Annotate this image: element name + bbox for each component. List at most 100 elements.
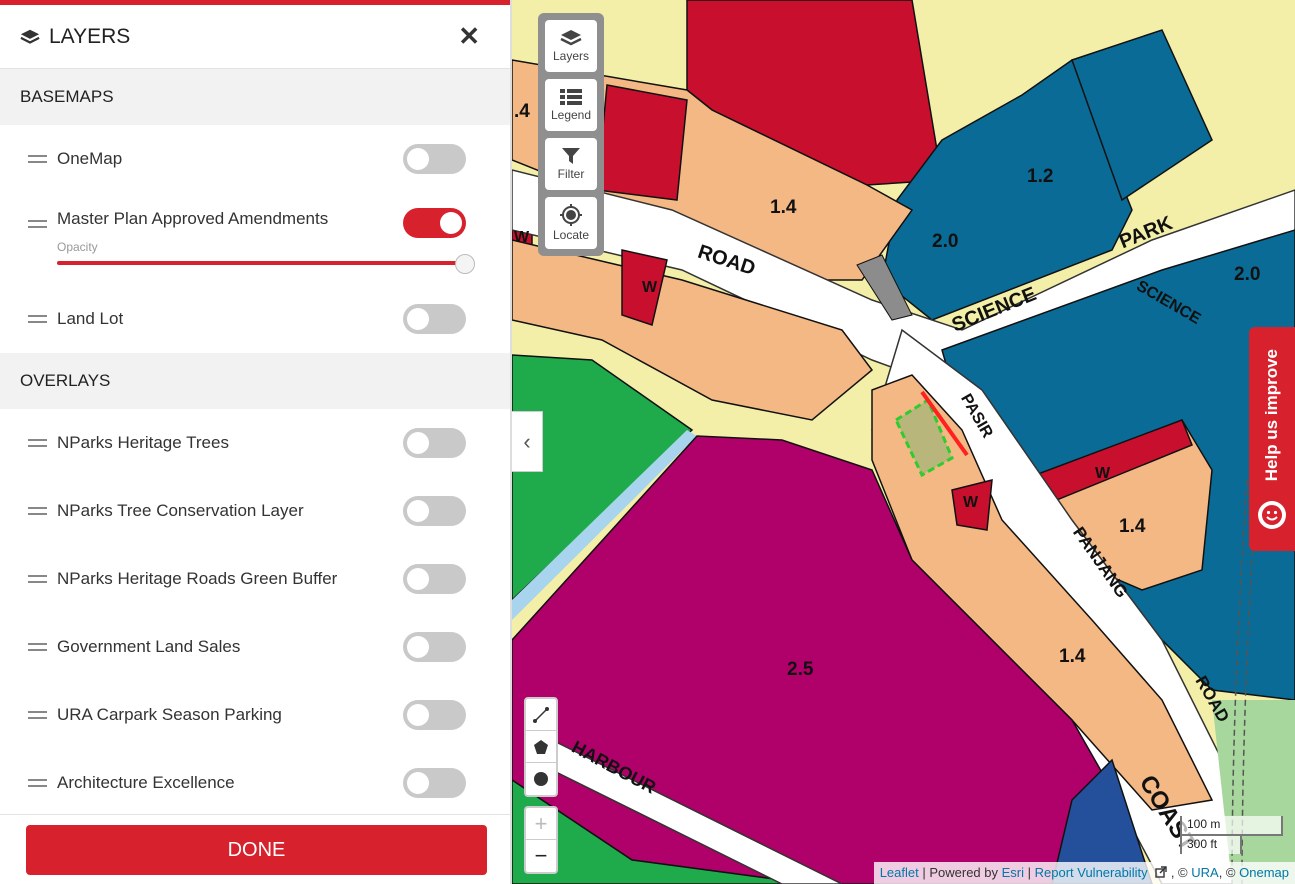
- filter-button[interactable]: Filter: [545, 138, 597, 190]
- plot-ratio-label: 2.0: [1234, 264, 1260, 285]
- layers-button-label: Layers: [552, 49, 590, 63]
- zoom-in-button[interactable]: +: [526, 808, 556, 840]
- filter-icon: [562, 148, 580, 164]
- esri-link[interactable]: Esri: [1002, 865, 1024, 880]
- panel-header: LAYERS ✕: [0, 5, 510, 69]
- help-us-improve-button[interactable]: Help us improve: [1249, 327, 1295, 551]
- help-us-improve-label: Help us improve: [1262, 349, 1281, 482]
- polygon-icon: [534, 739, 548, 754]
- layer-label: Land Lot: [57, 309, 124, 328]
- plot-ratio-label: 2.5: [787, 659, 814, 680]
- circle-icon: [534, 772, 548, 786]
- drag-handle-icon[interactable]: [28, 575, 47, 583]
- opacity-slider-handle[interactable]: [455, 254, 475, 274]
- layer-label: NParks Heritage Trees: [57, 433, 229, 452]
- draw-circle-button[interactable]: [526, 763, 556, 795]
- chevron-left-icon: ‹: [523, 428, 531, 454]
- plot-ratio-label: 1.4: [1059, 646, 1086, 667]
- draw-polygon-button[interactable]: [526, 731, 556, 763]
- draw-toolbar: [524, 697, 558, 797]
- layer-row-carpark-season: URA Carpark Season Parking: [0, 681, 510, 749]
- polyline-icon: [533, 706, 549, 723]
- onemap-link[interactable]: Onemap: [1239, 865, 1289, 880]
- drag-handle-icon[interactable]: [28, 155, 47, 163]
- panel-footer: DONE: [0, 814, 510, 884]
- external-link-icon: [1155, 866, 1167, 878]
- layers-panel: LAYERS ✕ BASEMAPS OneMap Master Plan App…: [0, 0, 512, 884]
- map-attribution: Leaflet | Powered by Esri | Report Vulne…: [873, 862, 1295, 884]
- layer-label: OneMap: [57, 149, 123, 168]
- scale-metric: 100 m: [1180, 816, 1283, 836]
- legend-button[interactable]: Legend: [545, 79, 597, 131]
- collapse-panel-button[interactable]: ‹: [512, 411, 543, 472]
- leaflet-link[interactable]: Leaflet: [880, 865, 919, 880]
- map-canvas[interactable]: ROAD SCIENCE PARK SCIENCE PASIR PANJANG …: [512, 0, 1295, 884]
- layer-toggle-land-lot[interactable]: [403, 304, 466, 334]
- layers-icon: [20, 29, 40, 44]
- plot-ratio-label: .4: [514, 101, 530, 122]
- scale-bar: 100 m 300 ft: [1180, 816, 1283, 854]
- zoning-map: ROAD SCIENCE PARK SCIENCE PASIR PANJANG …: [512, 0, 1295, 884]
- layer-row-heritage-trees: NParks Heritage Trees: [0, 409, 510, 477]
- crosshair-icon: [560, 204, 582, 226]
- list-icon: [560, 89, 582, 105]
- plot-ratio-label: 1.4: [1119, 516, 1146, 537]
- layer-toggle-government-land-sales[interactable]: [403, 632, 466, 662]
- overlays-heading: OVERLAYS: [0, 353, 510, 409]
- opacity-label: Opacity: [57, 240, 98, 254]
- drag-handle-icon[interactable]: [28, 779, 47, 787]
- opacity-slider-track[interactable]: [57, 261, 465, 265]
- layer-toggle-architecture-excellence[interactable]: [403, 768, 466, 798]
- plot-ratio-label: 1.2: [1027, 166, 1053, 187]
- layer-row-tree-conservation: NParks Tree Conservation Layer: [0, 477, 510, 545]
- drag-handle-icon[interactable]: [28, 220, 47, 228]
- zone-w-label: W: [642, 279, 658, 296]
- filter-button-label: Filter: [557, 167, 585, 181]
- attribution-separator: , ©: [1167, 865, 1192, 880]
- panel-title-group: LAYERS: [20, 25, 130, 49]
- drag-handle-icon[interactable]: [28, 315, 47, 323]
- scale-imperial: 300 ft: [1180, 834, 1242, 854]
- attribution-text: | Powered by: [918, 865, 1002, 880]
- layer-toggle-onemap[interactable]: [403, 144, 466, 174]
- layer-label: URA Carpark Season Parking: [57, 705, 282, 724]
- layer-toggle-heritage-trees[interactable]: [403, 428, 466, 458]
- done-button[interactable]: DONE: [26, 825, 487, 875]
- report-vulnerability-link[interactable]: Report Vulnerability: [1035, 865, 1148, 880]
- zoom-out-button[interactable]: −: [526, 840, 556, 872]
- layer-toggle-heritage-roads[interactable]: [403, 564, 466, 594]
- draw-line-button[interactable]: [526, 699, 556, 731]
- layer-toggle-master-plan-amendments[interactable]: [403, 208, 466, 238]
- drag-handle-icon[interactable]: [28, 439, 47, 447]
- layer-label: Government Land Sales: [57, 637, 241, 656]
- smiley-icon: [1258, 501, 1286, 529]
- attribution-separator: |: [1024, 865, 1035, 880]
- layer-row-government-land-sales: Government Land Sales: [0, 613, 510, 681]
- plot-ratio-label: 2.0: [932, 231, 958, 252]
- layers-icon: [560, 30, 582, 46]
- layers-button[interactable]: Layers: [545, 20, 597, 72]
- ura-link[interactable]: URA: [1191, 865, 1218, 880]
- layer-toggle-carpark-season[interactable]: [403, 700, 466, 730]
- plot-ratio-label: 1.4: [770, 197, 797, 218]
- zone-w-label: W: [514, 229, 530, 246]
- layer-label: Architecture Excellence: [57, 773, 235, 792]
- locate-button[interactable]: Locate: [545, 197, 597, 249]
- drag-handle-icon[interactable]: [28, 711, 47, 719]
- layer-row-architecture-excellence: Architecture Excellence: [0, 749, 510, 817]
- locate-button-label: Locate: [552, 228, 590, 242]
- basemaps-heading: BASEMAPS: [0, 69, 510, 125]
- zoom-control: + −: [524, 806, 558, 874]
- drag-handle-icon[interactable]: [28, 507, 47, 515]
- close-icon[interactable]: ✕: [458, 21, 480, 52]
- layer-row-land-lot: Land Lot: [0, 285, 510, 353]
- layer-label: NParks Tree Conservation Layer: [57, 501, 304, 520]
- layer-toggle-tree-conservation[interactable]: [403, 496, 466, 526]
- layer-label: Master Plan Approved Amendments: [57, 209, 329, 228]
- layer-row-master-plan-amendments: Master Plan Approved Amendments Opacity: [0, 193, 510, 285]
- attribution-separator: , ©: [1218, 865, 1240, 880]
- layer-label: NParks Heritage Roads Green Buffer: [57, 569, 338, 588]
- drag-handle-icon[interactable]: [28, 643, 47, 651]
- zone-w-label: W: [1095, 465, 1111, 482]
- map-control-stack: Layers Legend Filter Locate: [538, 13, 604, 256]
